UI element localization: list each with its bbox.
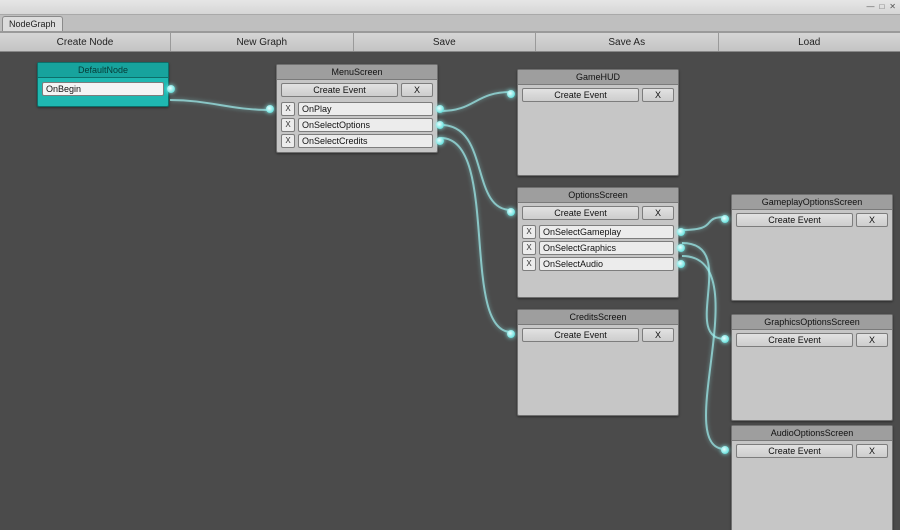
input-port-icon[interactable] (266, 105, 274, 113)
window-maximize-icon[interactable]: □ (878, 3, 885, 11)
node-creditsscreen[interactable]: CreditsScreen Create Event X (517, 309, 679, 416)
output-port-icon[interactable] (677, 244, 685, 252)
node-audiooptions[interactable]: AudioOptionsScreen Create Event X (731, 425, 893, 530)
input-port-icon[interactable] (507, 90, 515, 98)
event-field[interactable]: OnPlay (298, 102, 433, 116)
delete-node-button[interactable]: X (856, 333, 888, 347)
input-port-icon[interactable] (507, 208, 515, 216)
create-event-button[interactable]: Create Event (522, 206, 639, 220)
event-toggle-icon[interactable]: X (522, 257, 536, 271)
window-minimize-icon[interactable]: — (865, 3, 875, 11)
node-header[interactable]: GraphicsOptionsScreen (732, 315, 892, 330)
create-event-button[interactable]: Create Event (736, 213, 853, 227)
node-graphicsoptions[interactable]: GraphicsOptionsScreen Create Event X (731, 314, 893, 421)
create-event-button[interactable]: Create Event (736, 333, 853, 347)
node-default[interactable]: DefaultNode OnBegin (37, 62, 169, 107)
node-header[interactable]: GameplayOptionsScreen (732, 195, 892, 210)
delete-node-button[interactable]: X (856, 444, 888, 458)
create-event-button[interactable]: Create Event (522, 88, 639, 102)
event-field[interactable]: OnSelectGraphics (539, 241, 674, 255)
event-field[interactable]: OnSelectAudio (539, 257, 674, 271)
event-toggle-icon[interactable]: X (281, 118, 295, 132)
load-button[interactable]: Load (719, 33, 900, 51)
event-field[interactable]: OnSelectGameplay (539, 225, 674, 239)
delete-node-button[interactable]: X (856, 213, 888, 227)
input-port-icon[interactable] (721, 335, 729, 343)
node-header[interactable]: AudioOptionsScreen (732, 426, 892, 441)
node-optionsscreen[interactable]: OptionsScreen Create Event X X OnSelectG… (517, 187, 679, 298)
output-port-icon[interactable] (677, 260, 685, 268)
create-event-button[interactable]: Create Event (281, 83, 398, 97)
new-graph-button[interactable]: New Graph (171, 33, 354, 51)
window-close-icon[interactable]: ✕ (888, 3, 897, 11)
tab-nodegraph[interactable]: NodeGraph (2, 16, 63, 31)
delete-node-button[interactable]: X (401, 83, 433, 97)
create-node-button[interactable]: Create Node (0, 33, 171, 51)
tab-bar: NodeGraph (0, 15, 900, 33)
input-port-icon[interactable] (721, 446, 729, 454)
create-event-button[interactable]: Create Event (736, 444, 853, 458)
toolbar: Create Node New Graph Save Save As Load (0, 33, 900, 52)
output-port-icon[interactable] (436, 105, 444, 113)
node-gamehud[interactable]: GameHUD Create Event X (517, 69, 679, 176)
event-field[interactable]: OnBegin (42, 82, 164, 96)
delete-node-button[interactable]: X (642, 328, 674, 342)
event-toggle-icon[interactable]: X (522, 241, 536, 255)
node-header[interactable]: MenuScreen (277, 65, 437, 80)
save-as-button[interactable]: Save As (536, 33, 719, 51)
input-port-icon[interactable] (507, 330, 515, 338)
node-menuscreen[interactable]: MenuScreen Create Event X X OnPlay X OnS… (276, 64, 438, 153)
node-header[interactable]: GameHUD (518, 70, 678, 85)
event-toggle-icon[interactable]: X (522, 225, 536, 239)
event-field[interactable]: OnSelectOptions (298, 118, 433, 132)
output-port-icon[interactable] (436, 137, 444, 145)
window-titlebar: — □ ✕ (0, 0, 900, 15)
event-toggle-icon[interactable]: X (281, 102, 295, 116)
node-header[interactable]: DefaultNode (38, 63, 168, 78)
event-toggle-icon[interactable]: X (281, 134, 295, 148)
node-header[interactable]: OptionsScreen (518, 188, 678, 203)
create-event-button[interactable]: Create Event (522, 328, 639, 342)
graph-canvas[interactable]: DefaultNode OnBegin MenuScreen Create Ev… (0, 52, 900, 530)
node-header[interactable]: CreditsScreen (518, 310, 678, 325)
output-port-icon[interactable] (677, 228, 685, 236)
save-button[interactable]: Save (354, 33, 537, 51)
event-field[interactable]: OnSelectCredits (298, 134, 433, 148)
input-port-icon[interactable] (721, 215, 729, 223)
delete-node-button[interactable]: X (642, 206, 674, 220)
output-port-icon[interactable] (436, 121, 444, 129)
output-port-icon[interactable] (167, 85, 175, 93)
delete-node-button[interactable]: X (642, 88, 674, 102)
node-gameplayoptions[interactable]: GameplayOptionsScreen Create Event X (731, 194, 893, 301)
